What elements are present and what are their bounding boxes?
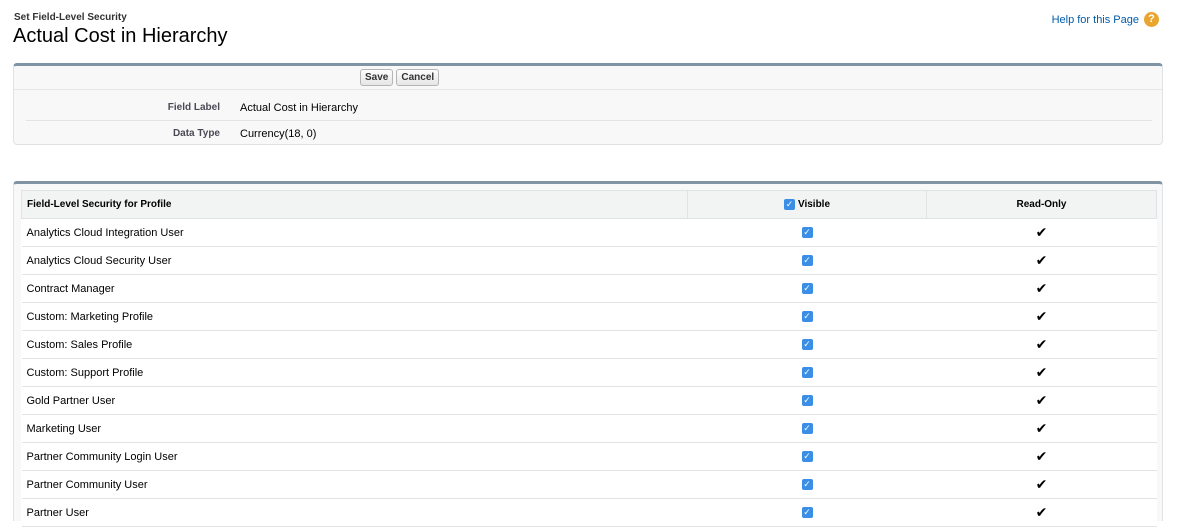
page-subtitle: Set Field-Level Security: [14, 12, 127, 23]
visible-all-checkbox[interactable]: ✓: [783, 198, 795, 210]
table-row: Custom: Sales Profile ✓ ✔: [21, 330, 1157, 359]
field-label-value: Actual Cost in Hierarchy: [240, 101, 358, 114]
visible-checkbox[interactable]: ✓: [801, 283, 813, 295]
profile-name: Contract Manager: [21, 274, 688, 303]
readonly-cell: ✔: [926, 414, 1157, 443]
profile-name: Custom: Support Profile: [21, 358, 688, 387]
data-type-label: Data Type: [172, 128, 220, 139]
profile-name: Partner Community Login User: [21, 442, 688, 471]
readonly-cell: ✔: [926, 246, 1157, 275]
profile-name: Analytics Cloud Security User: [21, 246, 688, 275]
help-icon[interactable]: ?: [1144, 12, 1159, 27]
visible-checkbox[interactable]: ✓: [801, 255, 813, 267]
readonly-check-icon: ✔: [1035, 280, 1048, 296]
page-title: Actual Cost in Hierarchy: [13, 25, 228, 47]
visible-cell: ✓: [687, 218, 927, 247]
visible-cell: ✓: [687, 498, 927, 527]
visible-checkbox[interactable]: ✓: [801, 479, 813, 491]
readonly-cell: ✔: [926, 274, 1157, 303]
table-row: Custom: Marketing Profile ✓ ✔: [21, 302, 1157, 331]
readonly-check-icon: ✔: [1035, 364, 1048, 380]
data-type-value: Currency(18, 0): [240, 127, 317, 140]
save-button[interactable]: Save: [360, 69, 394, 86]
readonly-check-icon: ✔: [1035, 448, 1048, 464]
profile-name: Marketing User: [21, 414, 688, 443]
visible-cell: ✓: [687, 274, 927, 303]
visible-checkbox[interactable]: ✓: [801, 227, 813, 239]
visible-checkbox[interactable]: ✓: [801, 507, 813, 519]
table-row: Partner Community Login User ✓ ✔: [21, 442, 1157, 471]
table-row: Partner Community User ✓ ✔: [21, 470, 1157, 499]
visible-cell: ✓: [687, 414, 927, 443]
cancel-button[interactable]: Cancel: [396, 69, 440, 86]
visible-cell: ✓: [687, 246, 927, 275]
field-label-label: Field Label: [167, 102, 220, 113]
readonly-cell: ✔: [926, 358, 1157, 387]
visible-cell: ✓: [687, 386, 927, 415]
visible-checkbox[interactable]: ✓: [801, 367, 813, 379]
profile-name: Partner User: [21, 498, 688, 527]
help-link[interactable]: Help for this Page: [1052, 14, 1139, 26]
button-bar: Save Cancel: [14, 69, 1162, 90]
visible-cell: ✓: [687, 442, 927, 471]
readonly-check-icon: ✔: [1035, 336, 1048, 352]
field-label-row: Field Label Actual Cost in Hierarchy: [26, 95, 1152, 121]
visible-cell: ✓: [687, 358, 927, 387]
visible-cell: ✓: [687, 330, 927, 359]
readonly-cell: ✔: [926, 442, 1157, 471]
table-row: Analytics Cloud Integration User ✓ ✔: [21, 218, 1157, 247]
header-visible-label: Visible: [797, 199, 831, 211]
readonly-cell: ✔: [926, 330, 1157, 359]
table-row: Analytics Cloud Security User ✓ ✔: [21, 246, 1157, 275]
visible-checkbox[interactable]: ✓: [801, 451, 813, 463]
data-type-row: Data Type Currency(18, 0): [26, 121, 1152, 146]
security-table: Field-Level Security for Profile ✓ Visibl…: [21, 190, 1157, 527]
readonly-check-icon: ✔: [1035, 476, 1048, 492]
header-visible: ✓ Visible: [687, 190, 927, 219]
readonly-cell: ✔: [926, 470, 1157, 499]
visible-cell: ✓: [687, 470, 927, 499]
table-row: Marketing User ✓ ✔: [21, 414, 1157, 443]
header-readonly: Read-Only: [926, 190, 1157, 219]
table-row: Custom: Support Profile ✓ ✔: [21, 358, 1157, 387]
readonly-cell: ✔: [926, 218, 1157, 247]
readonly-check-icon: ✔: [1035, 504, 1048, 520]
visible-checkbox[interactable]: ✓: [801, 423, 813, 435]
security-panel: Field-Level Security for Profile ✓ Visibl…: [13, 181, 1163, 527]
help-link-container[interactable]: Help for this Page ?: [1052, 12, 1159, 27]
header-profile: Field-Level Security for Profile: [21, 190, 688, 219]
visible-cell: ✓: [687, 302, 927, 331]
readonly-check-icon: ✔: [1035, 420, 1048, 436]
readonly-cell: ✔: [926, 302, 1157, 331]
readonly-check-icon: ✔: [1035, 392, 1048, 408]
readonly-check-icon: ✔: [1035, 224, 1048, 240]
visible-checkbox[interactable]: ✓: [801, 395, 813, 407]
table-header-row: Field-Level Security for Profile ✓ Visibl…: [21, 190, 1157, 219]
readonly-cell: ✔: [926, 498, 1157, 527]
readonly-check-icon: ✔: [1035, 252, 1048, 268]
readonly-check-icon: ✔: [1035, 308, 1048, 324]
table-row: Gold Partner User ✓ ✔: [21, 386, 1157, 415]
profile-name: Custom: Sales Profile: [21, 330, 688, 359]
profile-name: Partner Community User: [21, 470, 688, 499]
profile-name: Analytics Cloud Integration User: [21, 218, 688, 247]
visible-checkbox[interactable]: ✓: [801, 311, 813, 323]
readonly-cell: ✔: [926, 386, 1157, 415]
table-row: Partner User ✓ ✔: [21, 498, 1157, 527]
visible-checkbox[interactable]: ✓: [801, 339, 813, 351]
table-row: Contract Manager ✓ ✔: [21, 274, 1157, 303]
profile-name: Gold Partner User: [21, 386, 688, 415]
field-info-panel: Save Cancel Field Label Actual Cost in H…: [13, 63, 1163, 145]
profile-name: Custom: Marketing Profile: [21, 302, 688, 331]
